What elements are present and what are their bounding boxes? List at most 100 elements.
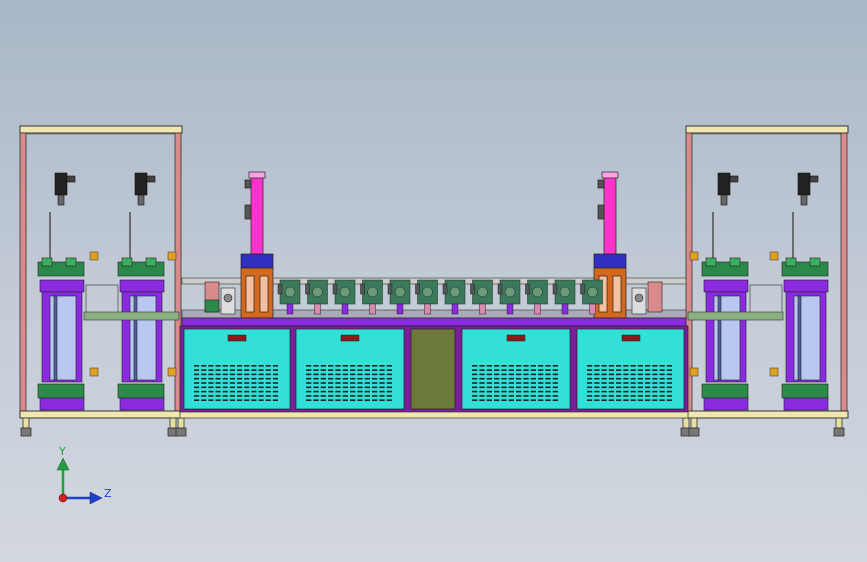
vent-slot (350, 395, 356, 397)
vent-slot (479, 365, 485, 367)
vent-slot (328, 377, 334, 380)
vent-slot (523, 382, 529, 384)
vent-slot (265, 365, 271, 367)
vent-slot (258, 395, 264, 397)
vent-slot (530, 390, 536, 393)
vent-slot (201, 399, 207, 401)
roller-stand (277, 279, 301, 315)
vent-slot (523, 365, 529, 367)
vent-slot (494, 365, 500, 367)
vent-slot (229, 373, 235, 376)
vent-slot (538, 399, 544, 401)
vent-slot (194, 377, 200, 380)
vent-slot (486, 369, 492, 371)
vent-slot (320, 377, 326, 380)
vent-slot (194, 386, 200, 389)
vent-slot (486, 373, 492, 376)
vent-slot (501, 386, 507, 389)
vent-slot (372, 377, 378, 380)
vent-slot (229, 386, 235, 389)
vent-slot (666, 377, 672, 380)
vent-slot (508, 373, 514, 376)
vent-slot (616, 382, 622, 384)
vent-slot (508, 386, 514, 389)
vent-slot (251, 373, 257, 376)
vent-slot (545, 369, 551, 371)
vent-slot (652, 369, 658, 371)
vent-slot (623, 386, 629, 389)
left-motor-1 (49, 172, 76, 265)
vent-slot (251, 395, 257, 397)
coordinate-triad[interactable]: Y Z (56, 445, 112, 505)
vent-slot (545, 399, 551, 401)
vent-slot (364, 399, 370, 401)
vent-slot (637, 395, 643, 397)
vent-slot (530, 386, 536, 389)
vent-slot (608, 369, 614, 371)
vent-slot (313, 395, 319, 397)
vent-slot (229, 365, 235, 367)
vent-slot (379, 395, 385, 397)
roller-stand (415, 279, 438, 315)
vent-slot (215, 373, 221, 376)
vent-slot (587, 395, 593, 397)
forming-roller-row (277, 279, 603, 315)
vent-slot (372, 369, 378, 371)
vent-slot (545, 386, 551, 389)
cad-viewport[interactable]: Y Z (0, 0, 867, 562)
vent-slot (229, 377, 235, 380)
vent-slot (244, 373, 250, 376)
vent-slot (201, 390, 207, 393)
vent-slot (272, 395, 278, 397)
vent-slot (306, 373, 312, 376)
vent-slot (645, 386, 651, 389)
vent-slot (372, 365, 378, 367)
vent-slot (552, 373, 558, 376)
vent-slot (652, 365, 658, 367)
left-cabinet-post-left (19, 132, 27, 414)
vent-slot (265, 377, 271, 380)
vent-slot (659, 377, 665, 380)
vent-slot (313, 377, 319, 380)
vent-slot (552, 382, 558, 384)
vent-slot (486, 386, 492, 389)
vent-slot (237, 382, 243, 384)
vent-slot (272, 382, 278, 384)
vent-slot (201, 377, 207, 380)
vent-slot (215, 382, 221, 384)
vent-slot (501, 382, 507, 384)
vent-slot (666, 382, 672, 384)
vent-slot (630, 399, 636, 401)
vent-slot (630, 390, 636, 393)
vent-slot (350, 365, 356, 367)
vent-slot (516, 377, 522, 380)
vent-slot (237, 377, 243, 380)
vent-slot (364, 373, 370, 376)
vent-slot (538, 395, 544, 397)
vent-slot (357, 377, 363, 380)
vent-slot (342, 365, 348, 367)
vent-slot (313, 365, 319, 367)
vent-slot (237, 399, 243, 401)
right-cabinet-top (685, 125, 849, 134)
vent-slot (372, 395, 378, 397)
vent-slot (516, 399, 522, 401)
vent-slot (208, 369, 214, 371)
vent-slot (357, 390, 363, 393)
vent-slot (652, 399, 658, 401)
right-roller-assembly-2 (781, 257, 829, 411)
vent-slot (552, 390, 558, 393)
vent-slot (472, 382, 478, 384)
roller-stand (497, 279, 521, 315)
vent-slot (372, 386, 378, 389)
right-drive-unit (631, 281, 663, 315)
vent-slot (244, 399, 250, 401)
vent-slot (538, 369, 544, 371)
vent-slot (545, 382, 551, 384)
right-cabinet (680, 125, 849, 437)
vent-slot (357, 365, 363, 367)
vent-slot (258, 369, 264, 371)
left-drive-unit (204, 281, 236, 315)
vent-slot (494, 395, 500, 397)
vent-slot (472, 369, 478, 371)
